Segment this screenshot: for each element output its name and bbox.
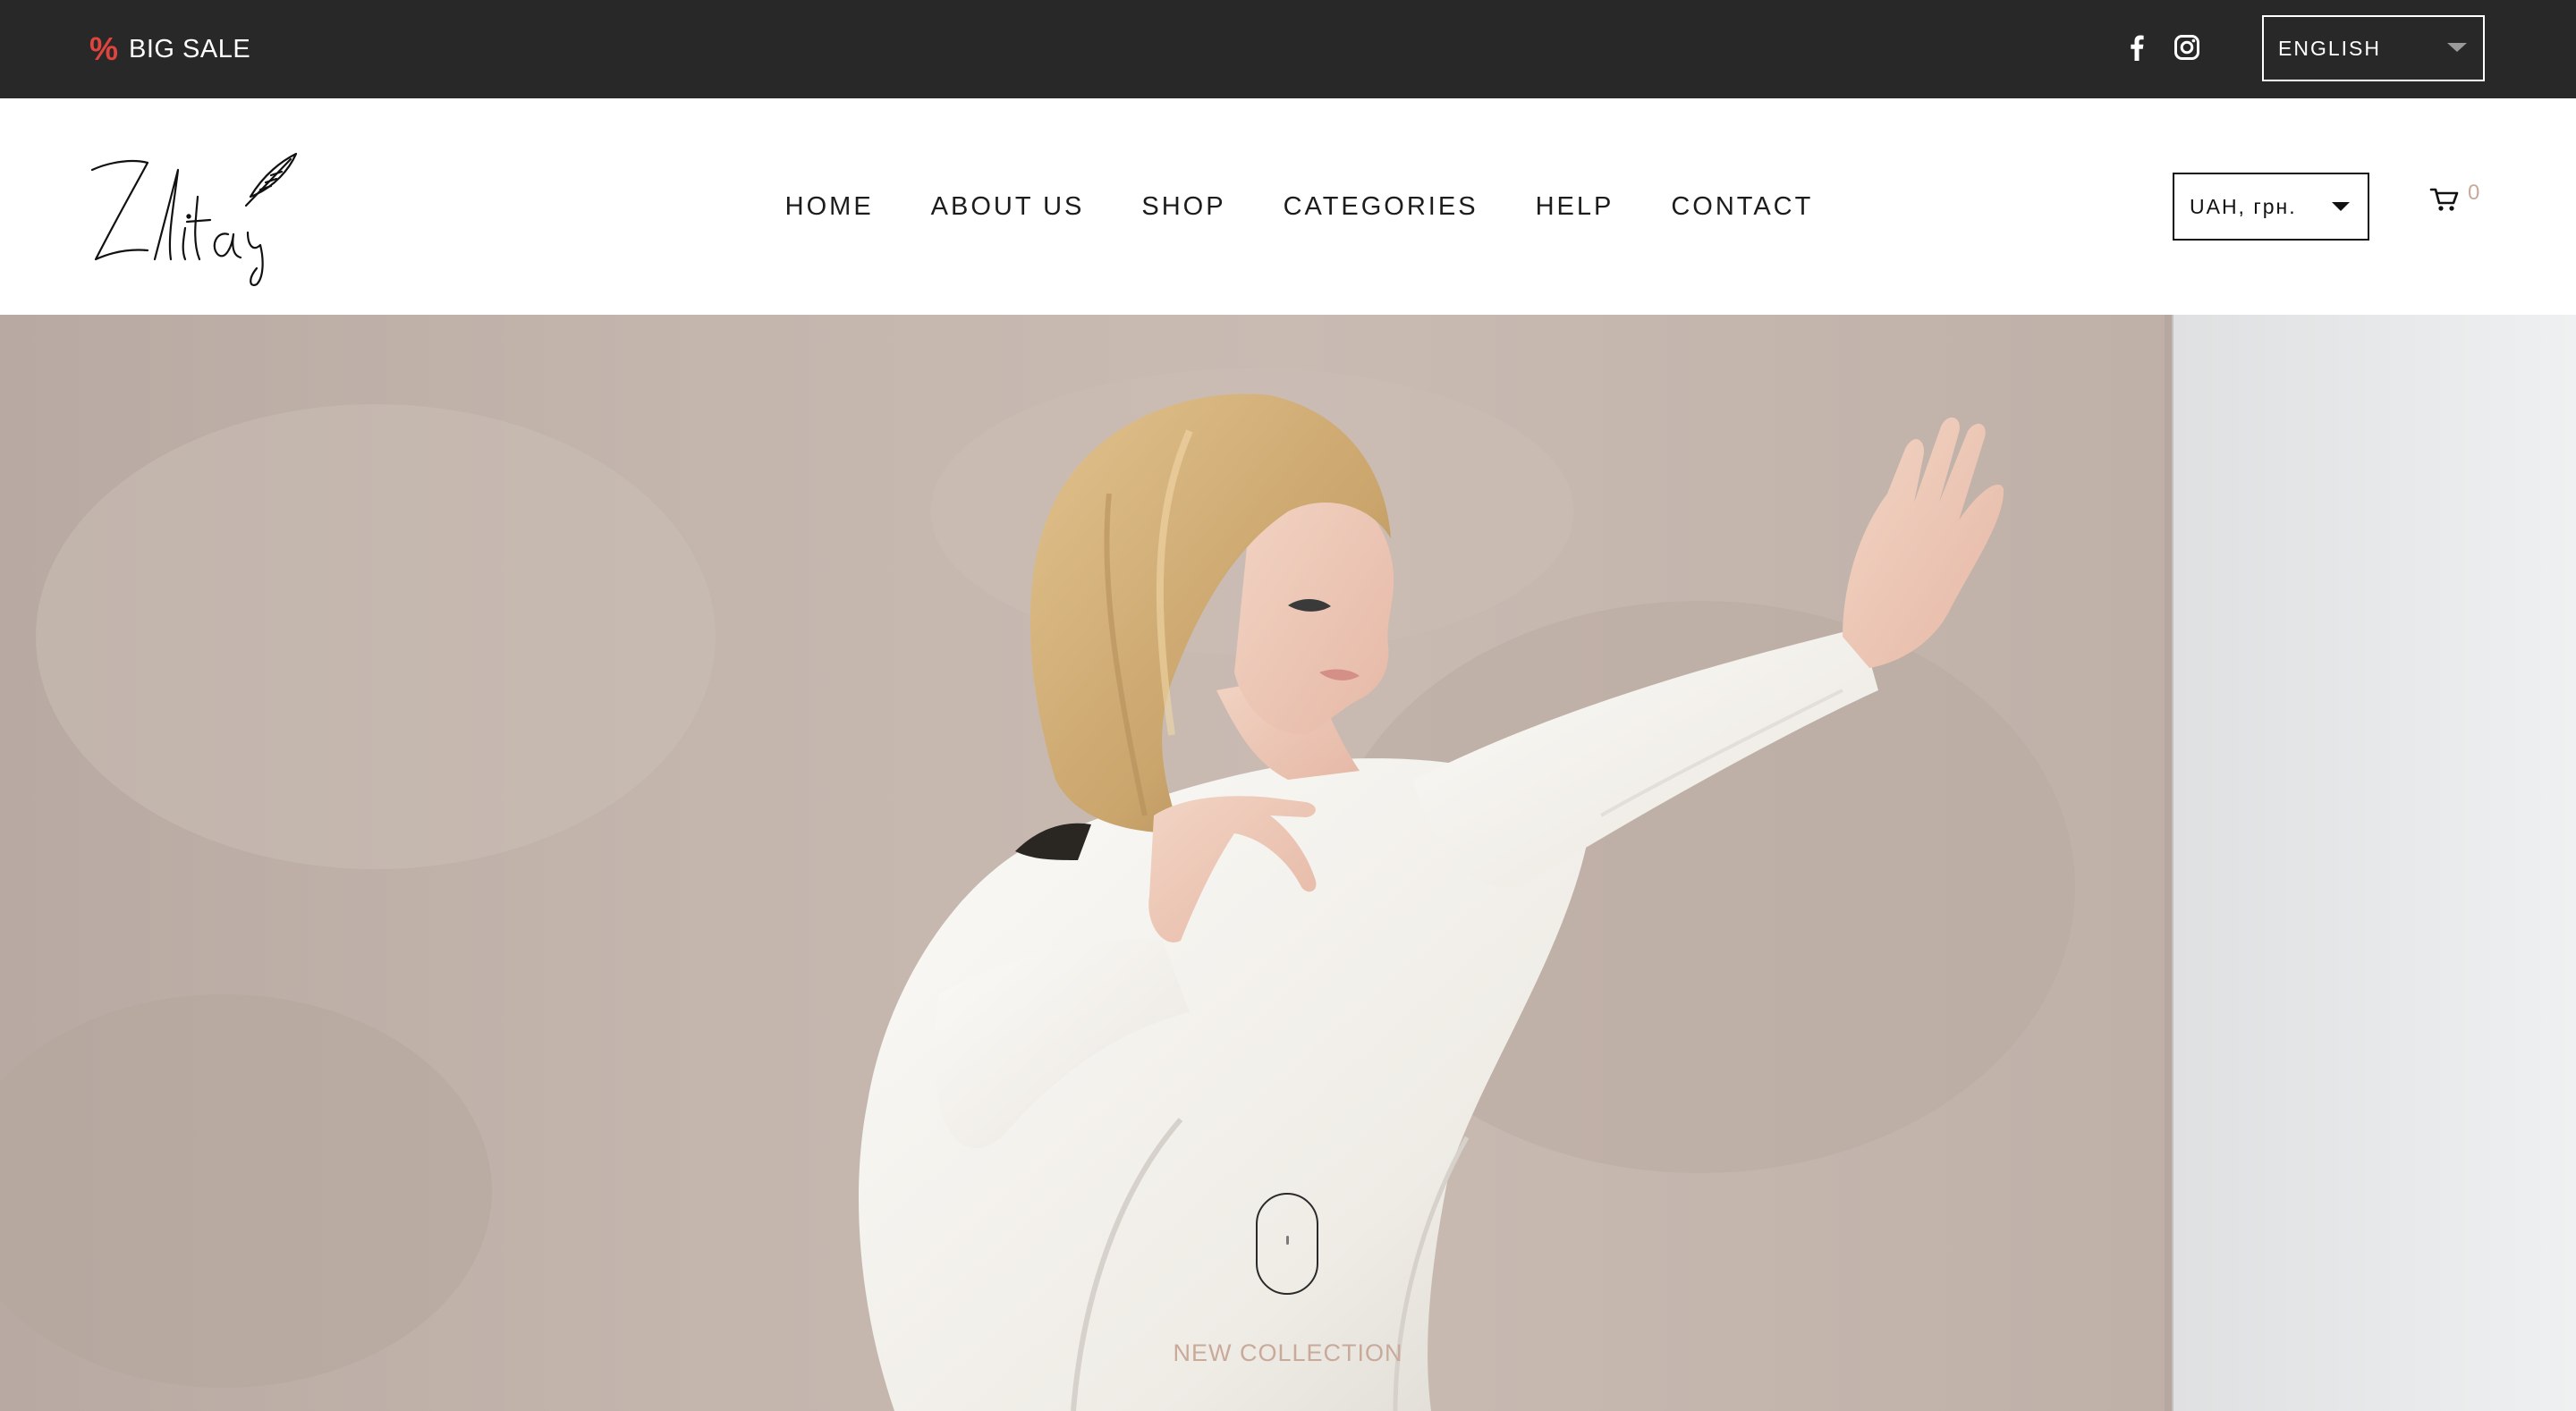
language-select[interactable]: ENGLISH [2262,15,2485,81]
scroll-down-indicator[interactable] [1256,1193,1318,1295]
new-collection-link[interactable]: NEW COLLECTION [0,1339,2576,1367]
scroll-wheel-dot [1286,1236,1289,1245]
currency-value: UAH, грн. [2190,195,2297,218]
big-sale-label: BIG SALE [129,34,251,63]
main-header: HOME ABOUT US SHOP CATEGORIES HELP CONTA… [0,98,2576,315]
language-value: ENGLISH [2278,37,2381,60]
nav-item-about-us[interactable]: ABOUT US [931,192,1085,222]
nav-item-help[interactable]: HELP [1536,192,1614,222]
nav-item-shop[interactable]: SHOP [1141,192,1225,222]
hero-banner: NEW COLLECTION [0,315,2576,1411]
facebook-icon[interactable] [2129,34,2145,65]
top-bar: % BIG SALE ENGLISH [0,0,2576,98]
currency-select[interactable]: UAH, грн. [2173,173,2369,241]
cart-icon[interactable] [2429,186,2460,217]
percent-icon: % [89,30,119,67]
caret-down-icon [2332,202,2350,211]
chevron-down-icon [2447,43,2467,52]
nav-item-contact[interactable]: CONTACT [1671,192,1813,222]
big-sale-link[interactable]: % BIG SALE [89,0,250,98]
cart-count-badge: 0 [2468,181,2480,205]
nav-item-home[interactable]: HOME [785,192,874,222]
nav-item-categories[interactable]: CATEGORIES [1284,192,1479,222]
instagram-icon[interactable] [2174,34,2200,65]
